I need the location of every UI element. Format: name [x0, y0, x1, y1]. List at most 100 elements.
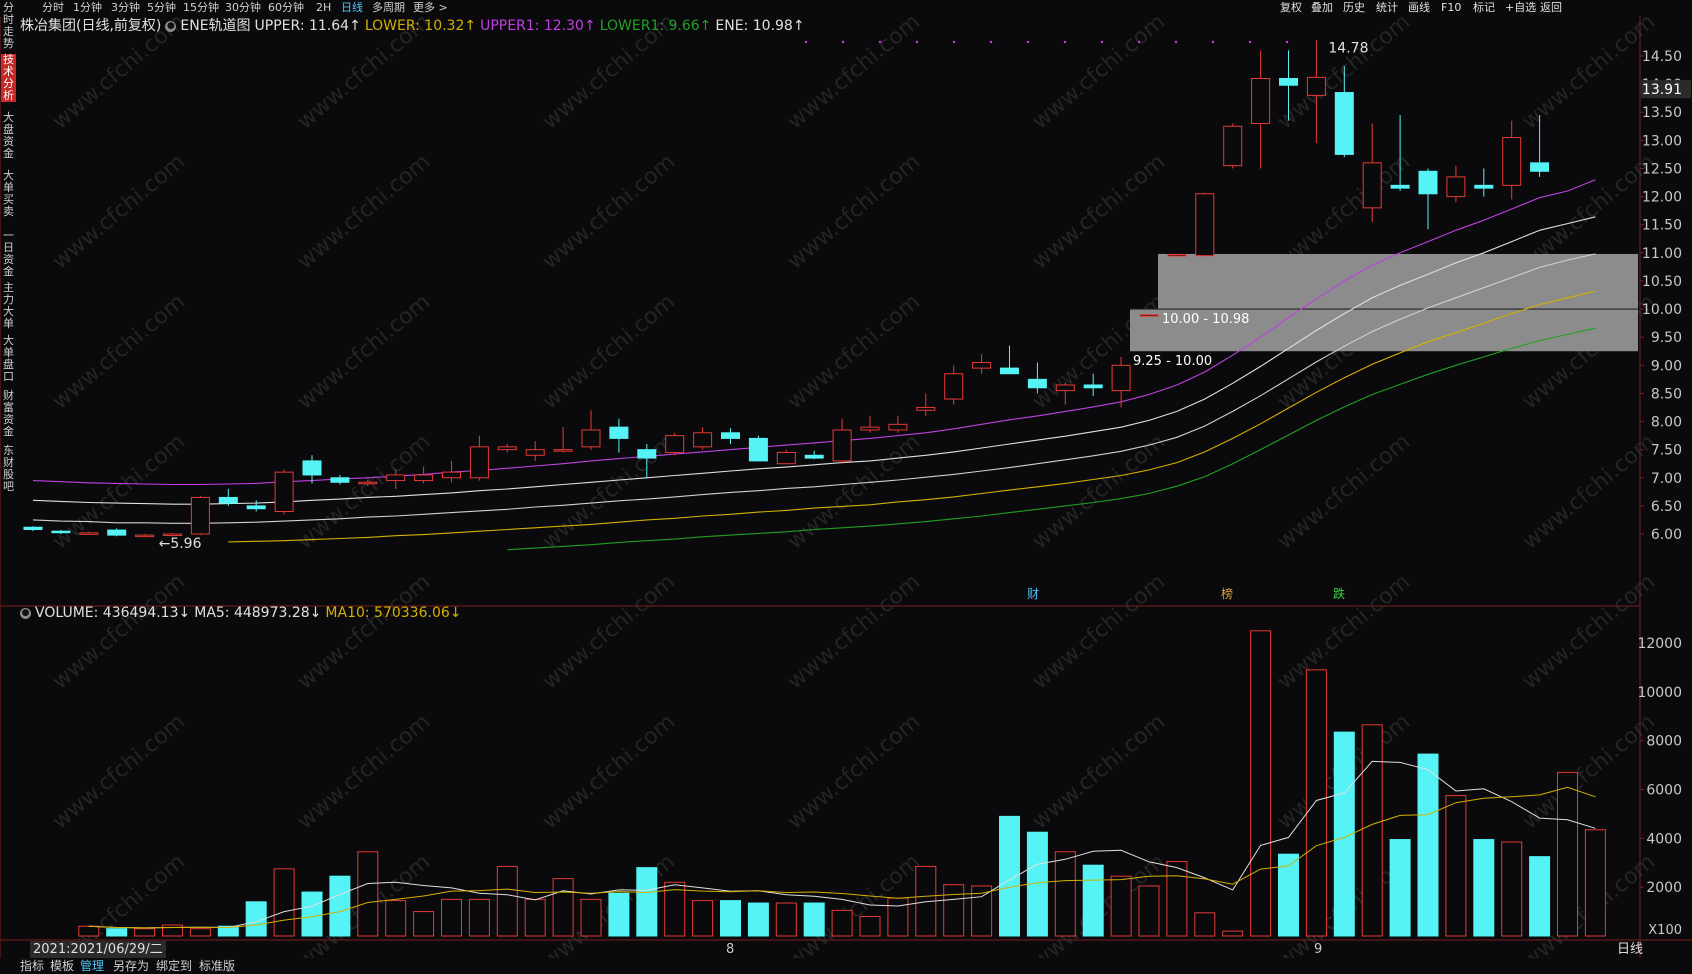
watermark-text: www.cfchi.com	[538, 709, 680, 834]
period-indicator[interactable]: 日线	[1617, 941, 1643, 958]
watermark-text: www.cfchi.com	[48, 149, 190, 274]
candle-body	[1390, 184, 1410, 189]
watermark-text: www.cfchi.com	[293, 429, 435, 554]
candle-body	[748, 437, 768, 462]
indicator-name[interactable]: ENE轨道图	[180, 18, 250, 34]
candle-body	[1502, 137, 1522, 186]
candle-body	[1334, 92, 1354, 155]
signal-dot	[878, 40, 882, 44]
watermark-text: www.cfchi.com	[783, 429, 925, 554]
price-tick-label: 8.50	[1651, 386, 1682, 402]
volume-tick-label: 6000	[1646, 783, 1682, 799]
candle-body	[804, 454, 824, 459]
event-marker: 跌	[1333, 586, 1345, 601]
zone-upper-label: 10.00 - 10.98	[1162, 312, 1249, 327]
low-price-label: ←5.96	[159, 536, 202, 552]
candle-body	[79, 532, 99, 535]
price-tick-label: 7.00	[1651, 471, 1682, 487]
bottom-manage-button[interactable]: 管理	[80, 958, 104, 974]
volume-bar	[496, 865, 518, 937]
stock-title[interactable]: 株冶集团(日线,前复权)	[20, 18, 161, 34]
candle-body	[581, 429, 601, 448]
volume-bar	[1054, 851, 1076, 937]
price-tick-label: 11.00	[1642, 246, 1682, 262]
event-marker: 榜	[1221, 586, 1233, 601]
volume-bar	[301, 891, 323, 937]
bottom-indicator-button[interactable]: 指标	[20, 958, 44, 974]
price-tick-label: 9.00	[1651, 358, 1682, 374]
high-price-label: 14.78	[1328, 40, 1368, 56]
volume-unit-label: X100	[1648, 923, 1682, 938]
bottom-saveas-button[interactable]: 另存为	[113, 958, 149, 974]
volume-bar	[273, 868, 295, 937]
candle-body	[1055, 384, 1075, 392]
candle-body	[274, 471, 294, 513]
candle-body	[637, 449, 657, 459]
volume-bar	[106, 928, 128, 937]
candle-body	[721, 432, 740, 439]
volume-bar	[1389, 839, 1411, 937]
candle-body	[1279, 77, 1298, 86]
settings-dot-icon[interactable]: ●	[165, 20, 177, 32]
volume-bar	[692, 900, 714, 937]
signal-dot	[1137, 40, 1141, 44]
volume-bar	[1082, 864, 1104, 937]
volume-bar	[1361, 724, 1383, 937]
date-axis-bar: 2021:2021/06/29/二 8 9 日线	[0, 941, 1692, 958]
volume-settings-icon[interactable]: ●	[20, 607, 31, 619]
watermark-text: www.cfchi.com	[1028, 429, 1170, 554]
watermark-text: www.cfchi.com	[538, 289, 680, 414]
kline-chart[interactable]: www.cfchi.com www.cfchi.com www.cfchi.com w…	[0, 0, 1692, 974]
volume-bar	[1166, 861, 1188, 937]
vol-ma10-value: MA10: 570336.06↓	[325, 605, 462, 621]
volume-bar	[1194, 912, 1216, 937]
candle-body	[107, 529, 127, 536]
bottom-bind-button[interactable]: 绑定到	[156, 958, 192, 974]
volume-bar	[552, 878, 574, 937]
zone-lower-label: 9.25 - 10.00	[1133, 354, 1212, 369]
bottom-standard-button[interactable]: 标准版	[199, 958, 235, 974]
signal-dot	[1174, 40, 1178, 44]
volume-bar	[524, 898, 546, 937]
watermark-text: www.cfchi.com	[1028, 569, 1170, 694]
volume-bar	[1250, 630, 1272, 937]
candle-body	[1530, 162, 1550, 172]
candle-body	[553, 449, 573, 452]
current-price-label: 13.91	[1642, 82, 1682, 98]
bottom-template-button[interactable]: 模板	[50, 958, 74, 974]
volume-bar	[385, 900, 407, 937]
volume-bar	[134, 928, 156, 937]
candle-body	[497, 446, 517, 451]
volume-bar	[887, 897, 909, 937]
event-marker: 财	[1027, 587, 1039, 601]
watermark-text: www.cfchi.com	[293, 709, 435, 834]
watermark-text: www.cfchi.com	[48, 289, 190, 414]
volume-bar	[1222, 930, 1244, 937]
watermark-text: www.cfchi.com	[1273, 429, 1415, 554]
candle-body	[944, 373, 964, 400]
volume-bar	[357, 851, 379, 937]
candle-body	[246, 505, 266, 510]
cursor-date: 2021:2021/06/29/二	[30, 941, 166, 958]
candle-body	[1362, 162, 1382, 209]
bottom-toolbar: 指标 模板 管理 另存为 绑定到 标准版	[0, 958, 1692, 974]
volume-bar	[1110, 875, 1132, 937]
signal-dot	[1285, 40, 1289, 44]
candle-body	[414, 474, 434, 482]
candle-body	[23, 526, 43, 531]
volume-bar	[413, 911, 435, 937]
volume-bar	[803, 902, 825, 937]
price-tick-label: 6.50	[1651, 499, 1682, 515]
volume-bar	[1417, 753, 1439, 937]
candle-body	[860, 426, 880, 431]
volume-bar	[441, 898, 462, 937]
watermark-text: www.cfchi.com	[1518, 569, 1660, 694]
volume-bar	[1138, 885, 1160, 937]
signal-dot	[841, 40, 845, 44]
candle-body	[386, 474, 406, 482]
price-tick-label: 8.00	[1651, 415, 1682, 431]
price-tick-label: 6.00	[1651, 527, 1682, 543]
volume-tick-label: 12000	[1637, 636, 1682, 652]
volume-tick-label: 4000	[1646, 831, 1682, 847]
watermark-text: www.cfchi.com	[538, 429, 680, 554]
